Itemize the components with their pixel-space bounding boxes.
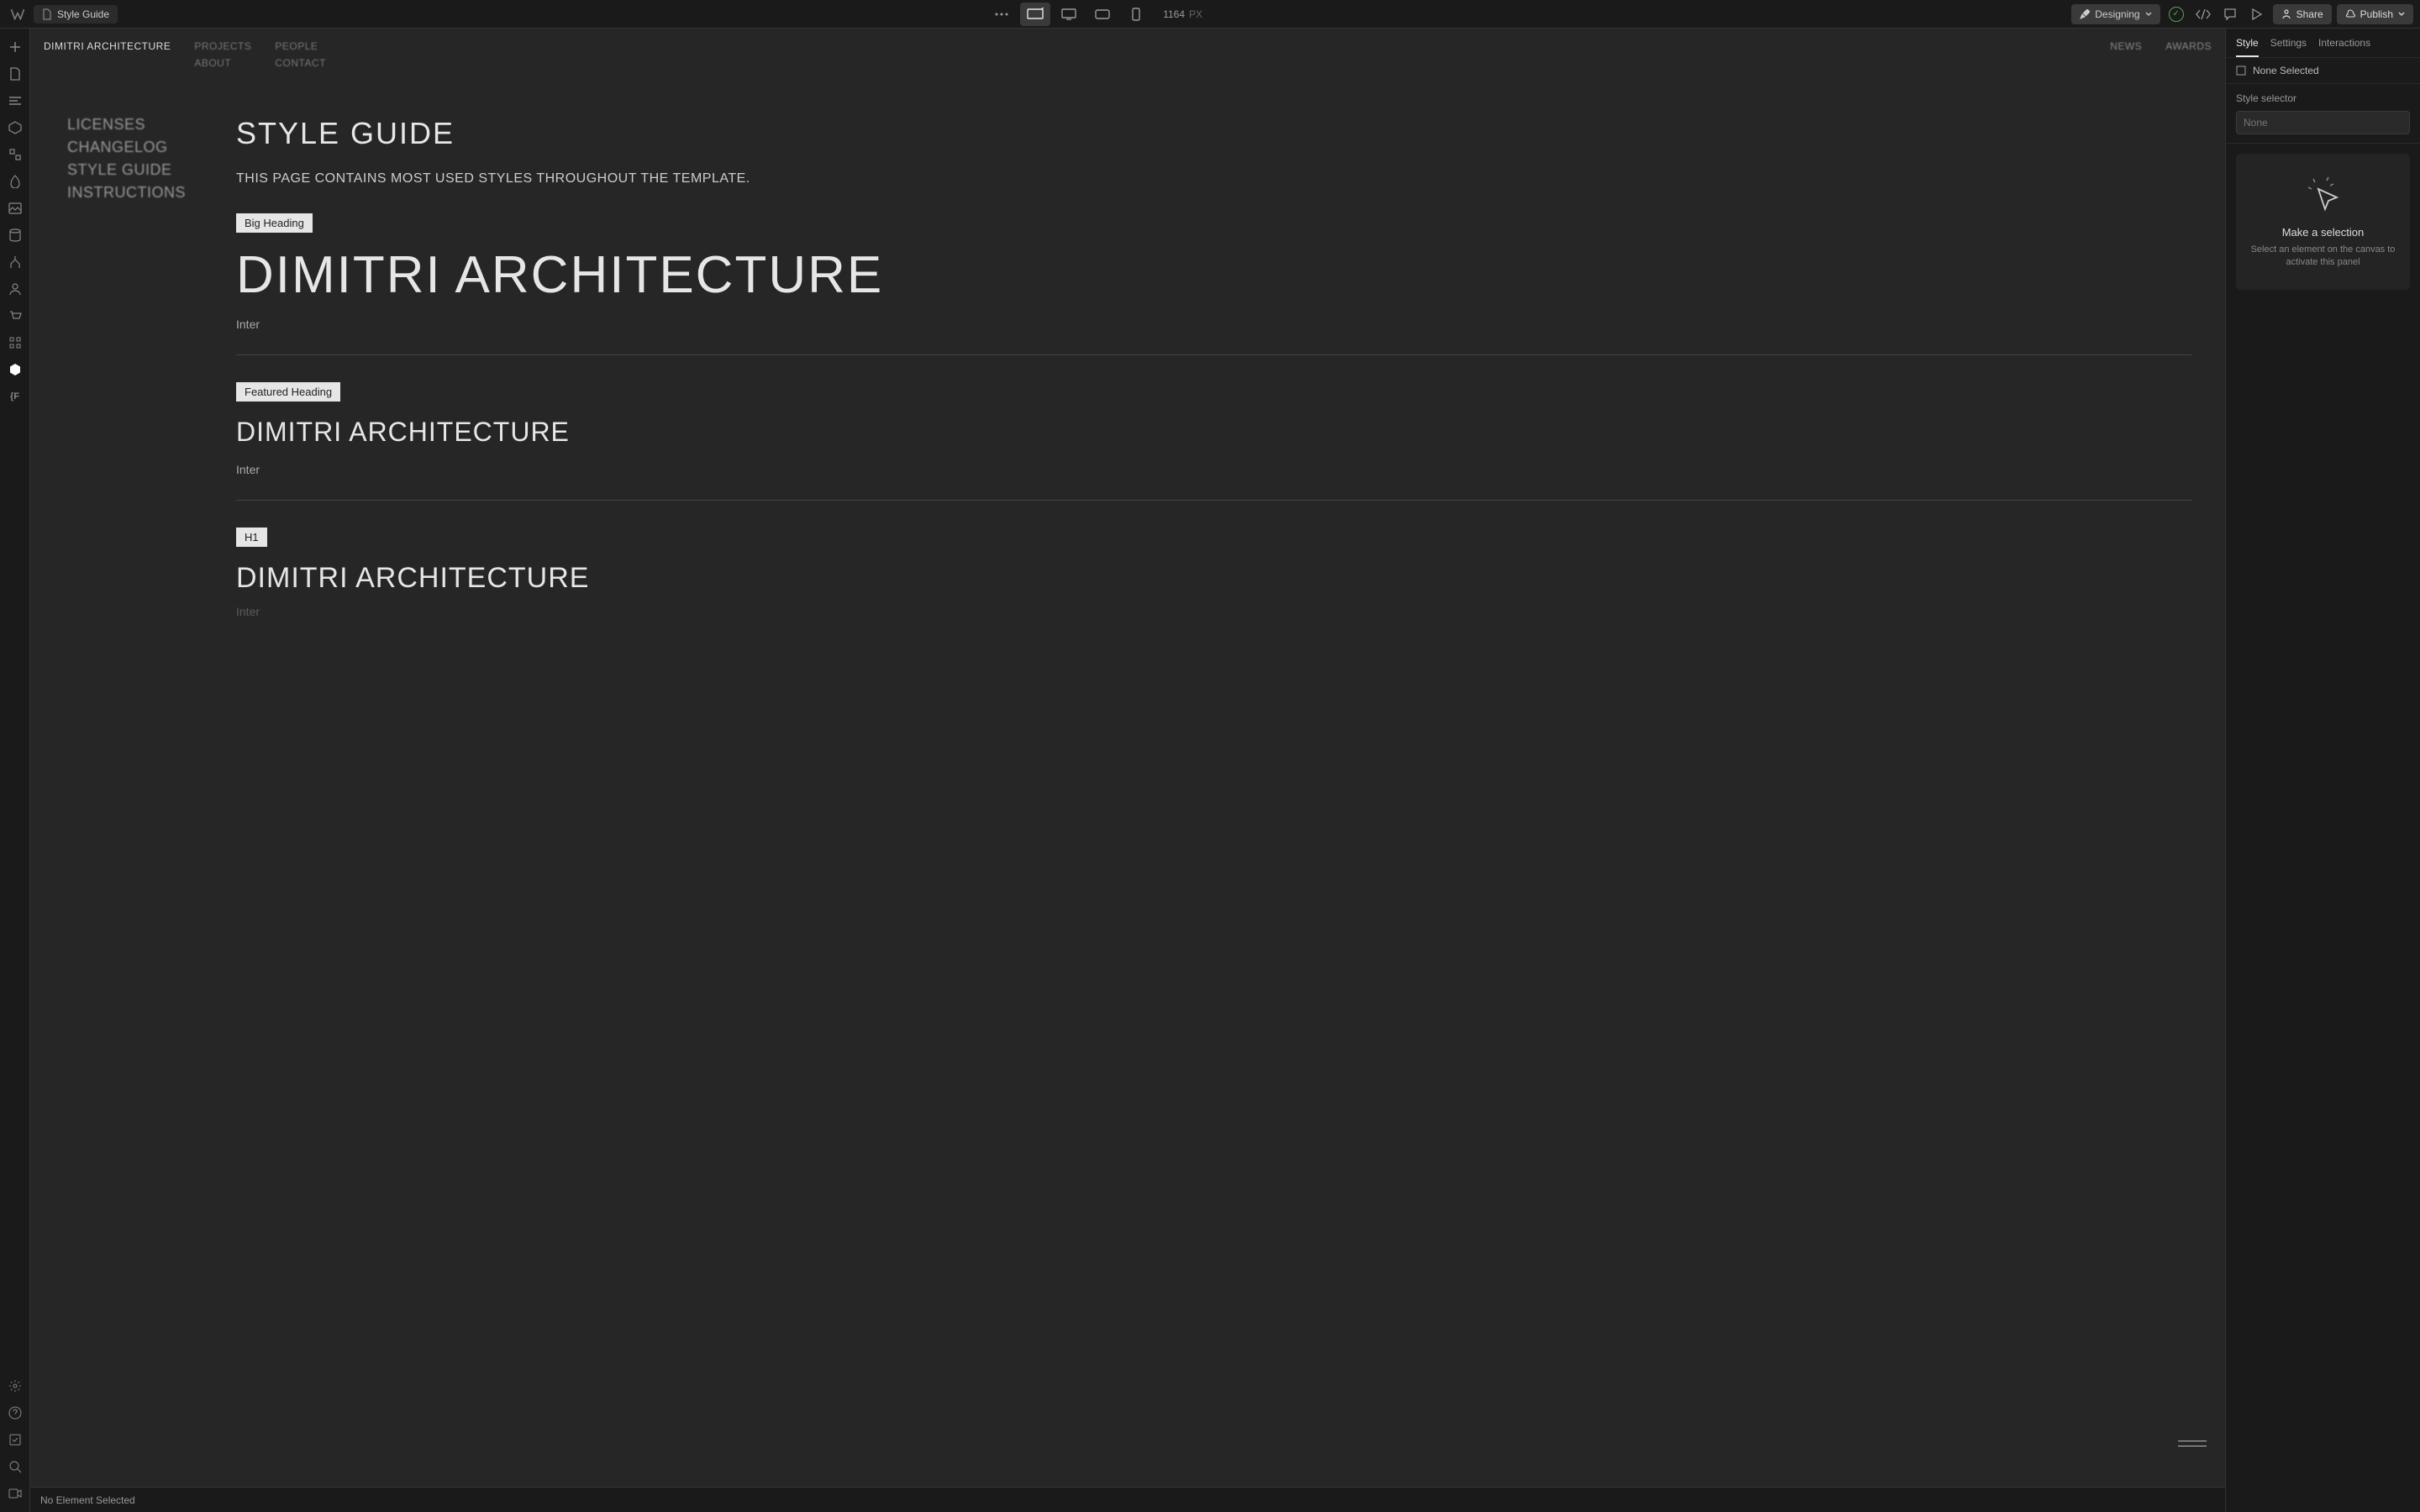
- webflow-logo-icon[interactable]: [7, 3, 29, 25]
- sidebar-item[interactable]: LICENSES: [67, 116, 186, 134]
- help-icon[interactable]: [3, 1401, 27, 1425]
- hamburger-menu-icon[interactable]: [2178, 1441, 2207, 1446]
- page-title[interactable]: STYLE GUIDE: [236, 116, 2191, 151]
- comment-icon[interactable]: [2219, 3, 2241, 25]
- h1-sample[interactable]: DIMITRI ARCHITECTURE: [236, 562, 2191, 595]
- tab-interactions[interactable]: Interactions: [2318, 37, 2370, 57]
- cursor-click-icon: [2303, 174, 2344, 214]
- square-icon: [2236, 66, 2246, 76]
- nav-col-2: PEOPLE CONTACT: [275, 40, 326, 69]
- code-icon[interactable]: [2192, 3, 2214, 25]
- ecommerce-icon[interactable]: [3, 304, 27, 328]
- panel-tabs: Style Settings Interactions: [2226, 29, 2420, 57]
- separator: [236, 354, 2191, 355]
- site-brand[interactable]: DIMITRI ARCHITECTURE: [44, 40, 171, 69]
- site-header: DIMITRI ARCHITECTURE PROJECTS ABOUT PEOP…: [30, 29, 2225, 74]
- selection-row: None Selected: [2226, 57, 2420, 84]
- font-name[interactable]: Inter: [236, 318, 2191, 331]
- styles-icon[interactable]: [3, 170, 27, 193]
- preview-play-icon[interactable]: [2246, 3, 2268, 25]
- tab-style[interactable]: Style: [2236, 37, 2259, 57]
- content-col: STYLE GUIDE THIS PAGE CONTAINS MOST USED…: [236, 116, 2212, 642]
- logic-icon[interactable]: [3, 250, 27, 274]
- nav-link[interactable]: CONTACT: [275, 57, 326, 69]
- nav-link[interactable]: ABOUT: [194, 57, 251, 69]
- settings-gear-icon[interactable]: [3, 1374, 27, 1398]
- font-name[interactable]: Inter: [236, 463, 2191, 476]
- share-button[interactable]: Share: [2273, 4, 2332, 24]
- tab-settings[interactable]: Settings: [2270, 37, 2307, 57]
- nav-link[interactable]: PEOPLE: [275, 40, 326, 52]
- placeholder-subtitle: Select an element on the canvas to activ…: [2248, 244, 2398, 270]
- cube-icon[interactable]: [3, 358, 27, 381]
- none-selected-label: None Selected: [2253, 65, 2319, 76]
- mode-label: Designing: [2095, 8, 2139, 20]
- canvas-area: DIMITRI ARCHITECTURE PROJECTS ABOUT PEOP…: [30, 29, 2225, 1512]
- status-text: No Element Selected: [40, 1494, 135, 1506]
- breakpoint-tablet-icon[interactable]: [1087, 3, 1118, 26]
- mode-dropdown[interactable]: Designing: [2071, 4, 2160, 24]
- top-bar: Style Guide 1164 PX Designing ✓: [0, 0, 2420, 29]
- big-heading-sample[interactable]: DIMITRI ARCHITECTURE: [236, 248, 2191, 302]
- status-bar: No Element Selected: [30, 1487, 2225, 1512]
- top-right: Designing ✓ Share Publish: [2071, 3, 2413, 25]
- chip-featured-heading[interactable]: Featured Heading: [236, 382, 340, 402]
- cms-icon[interactable]: [3, 223, 27, 247]
- separator: [236, 500, 2191, 501]
- style-selector-label: Style selector: [2236, 92, 2410, 104]
- style-selector-section: Style selector None: [2226, 84, 2420, 144]
- style-selector-input[interactable]: None: [2236, 111, 2410, 134]
- right-panel: Style Settings Interactions None Selecte…: [2225, 29, 2420, 1512]
- placeholder-box: Make a selection Select an element on th…: [2236, 154, 2410, 290]
- components-icon[interactable]: [3, 116, 27, 139]
- left-rail: {F: [0, 29, 30, 1512]
- sidebar-list: LICENSES CHANGELOG STYLE GUIDE INSTRUCTI…: [67, 116, 186, 642]
- search-icon[interactable]: [3, 1455, 27, 1478]
- breakpoint-desktop-large-icon[interactable]: [1020, 3, 1050, 26]
- viewport-unit: PX: [1189, 8, 1202, 20]
- pages-icon[interactable]: [3, 62, 27, 86]
- sidebar-item[interactable]: STYLE GUIDE: [67, 161, 186, 179]
- audit-check-icon[interactable]: [3, 1428, 27, 1452]
- viewport-size: 1164 PX: [1163, 8, 1202, 20]
- page-chip[interactable]: Style Guide: [34, 5, 118, 24]
- users-icon[interactable]: [3, 277, 27, 301]
- main: {F DIMITRI ARCHITECTURE PROJECTS ABOUT P…: [0, 29, 2420, 1512]
- sidebar-item[interactable]: CHANGELOG: [67, 139, 186, 156]
- page-description[interactable]: THIS PAGE CONTAINS MOST USED STYLES THRO…: [236, 171, 2191, 186]
- nav-link[interactable]: PROJECTS: [194, 40, 251, 52]
- assets-icon[interactable]: [3, 197, 27, 220]
- font-name[interactable]: Inter: [236, 605, 2191, 618]
- status-check-icon[interactable]: ✓: [2165, 3, 2187, 25]
- variables-icon[interactable]: [3, 143, 27, 166]
- sidebar-item[interactable]: INSTRUCTIONS: [67, 184, 186, 202]
- chip-big-heading[interactable]: Big Heading: [236, 213, 313, 233]
- add-icon[interactable]: [3, 35, 27, 59]
- top-center: 1164 PX: [123, 3, 2066, 26]
- page-name: Style Guide: [57, 8, 109, 20]
- canvas-viewport[interactable]: DIMITRI ARCHITECTURE PROJECTS ABOUT PEOP…: [30, 29, 2225, 1487]
- nav-link[interactable]: NEWS: [2110, 40, 2142, 69]
- nav-col-1: PROJECTS ABOUT: [194, 40, 251, 69]
- chip-h1[interactable]: H1: [236, 528, 267, 547]
- finsweet-icon[interactable]: {F: [3, 385, 27, 408]
- navigator-icon[interactable]: [3, 89, 27, 113]
- breakpoint-desktop-icon[interactable]: [1054, 3, 1084, 26]
- video-icon[interactable]: [3, 1482, 27, 1505]
- more-icon[interactable]: [986, 3, 1017, 26]
- apps-icon[interactable]: [3, 331, 27, 354]
- site-body: LICENSES CHANGELOG STYLE GUIDE INSTRUCTI…: [30, 74, 2225, 642]
- share-label: Share: [2296, 8, 2323, 20]
- publish-button[interactable]: Publish: [2337, 4, 2413, 24]
- featured-heading-sample[interactable]: DIMITRI ARCHITECTURE: [236, 417, 2191, 448]
- viewport-width: 1164: [1163, 8, 1185, 20]
- nav-link[interactable]: AWARDS: [2165, 40, 2212, 69]
- publish-label: Publish: [2360, 8, 2393, 20]
- placeholder-title: Make a selection: [2248, 226, 2398, 239]
- breakpoint-mobile-icon[interactable]: [1121, 3, 1151, 26]
- nav-right: NEWS AWARDS: [2110, 40, 2212, 69]
